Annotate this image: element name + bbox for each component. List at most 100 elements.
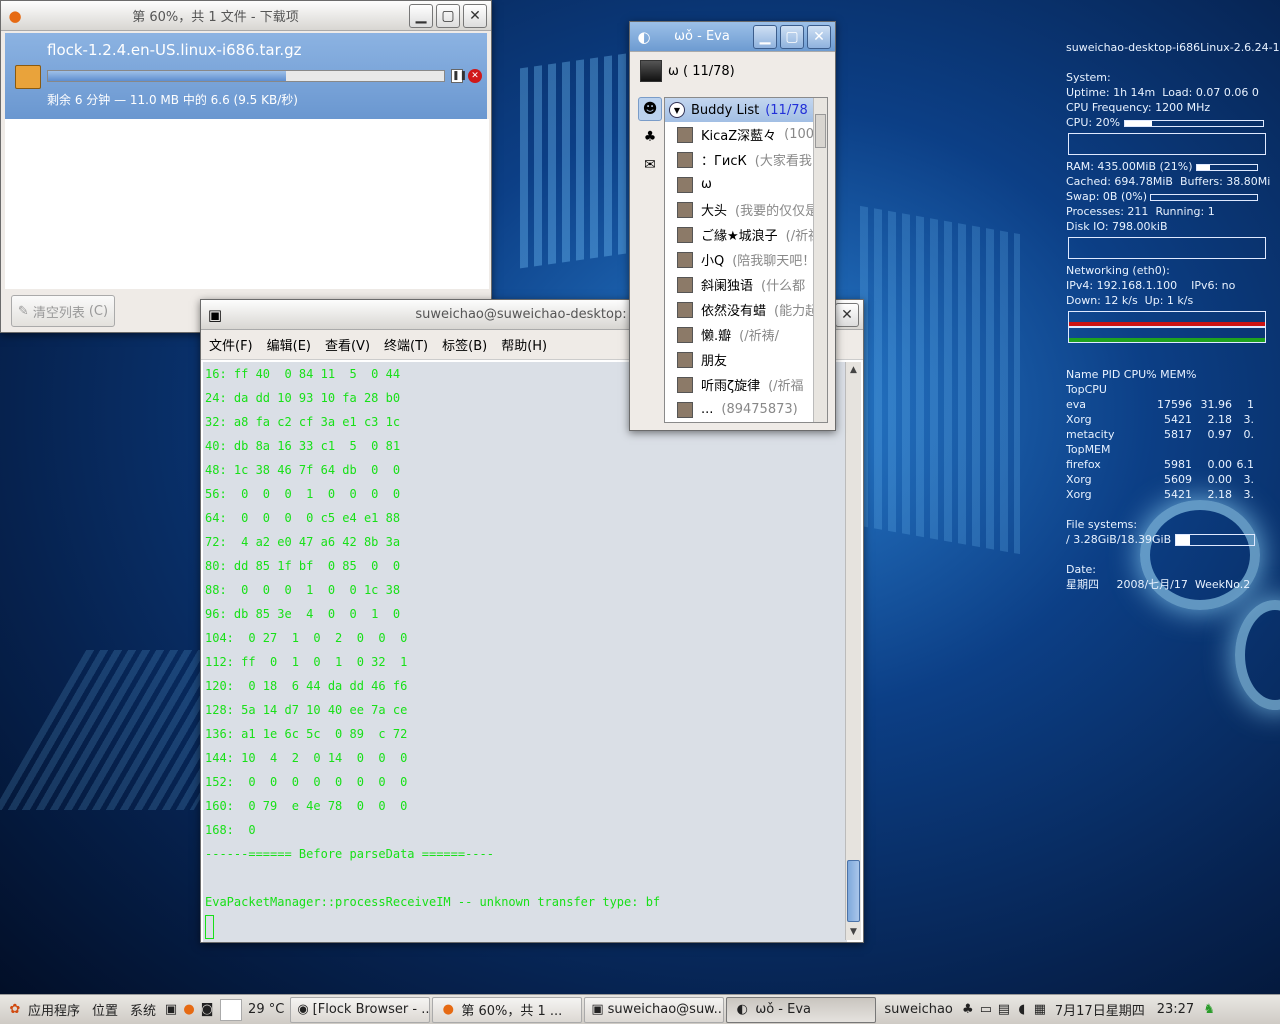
buddy-tab-icon[interactable]: ☻ [638,97,662,121]
network-tray-icon[interactable]: ▤ [995,1001,1013,1019]
upload-graph [1068,327,1266,343]
buddy-name: ω [701,177,712,192]
scrollbar-thumb[interactable] [847,860,860,922]
task-flock[interactable]: ◉ [Flock Browser - ... [290,996,431,1023]
buddy-item[interactable]: 小Q (陪我聊天吧！ [665,247,827,272]
task-eva[interactable]: ◐ ωǒ - Eva [726,996,877,1023]
terminal-launcher-icon[interactable]: ▣ [162,1001,180,1019]
maximize-button[interactable]: ▢ [436,3,460,28]
menu-edit[interactable]: 编辑(E) [267,335,311,354]
buddy-item[interactable]: 依然没有蜡 (能力起 [665,297,827,322]
menu-tabs[interactable]: 标签(B) [442,335,487,354]
terminal-line: 64: 0 0 0 0 c5 e4 e1 88 [205,511,401,525]
terminal-line: 152: 0 0 0 0 0 0 0 0 [205,775,408,789]
package-icon [15,65,41,89]
cancel-icon[interactable]: ✕ [468,69,482,83]
drive-tray-icon[interactable]: ▭ [977,1001,995,1019]
terminal-prompt[interactable] [203,914,847,939]
tray-icon[interactable]: ▦ [1031,1001,1049,1019]
buddy-avatar [677,401,693,418]
menu-system[interactable]: 系统 [124,997,162,1023]
clear-list-button[interactable]: ✎ 清空列表 (C) [11,295,115,327]
process-row: firefox 5981 0.00 6.1 [1066,457,1276,472]
close-button[interactable]: ✕ [835,302,859,327]
user-avatar[interactable] [640,60,662,82]
buddy-item[interactable]: 朋友 [665,347,827,372]
temperature: 29 °C [248,1002,285,1017]
buddy-list: ▼ Buddy List (11/78 KicaZ深藍々 (100 ：ГисК (大家… [664,97,828,423]
user-switcher[interactable]: suweichao [878,997,959,1023]
download-filename: flock-1.2.4.en-US.linux-i686.tar.gz [47,41,302,59]
menu-file[interactable]: 文件(F) [209,335,253,354]
menu-applications[interactable]: ✿ 应用程序 [0,997,86,1023]
buddy-note: (/祈福 [768,379,804,394]
close-button[interactable]: ✕ [463,3,487,28]
terminal-scrollbar[interactable]: ▲ ▼ [845,362,861,940]
task-downloads[interactable]: ● 第 60%，共 1 ... [432,996,583,1023]
ipv6: IPv6: no [1191,279,1236,292]
firefox-launcher-icon[interactable]: ● [180,1001,198,1019]
eva-titlebar[interactable]: ◐ ωǒ - Eva ▁ ▢ ✕ [630,22,835,52]
running-man-icon[interactable]: ♞ [1200,1001,1218,1019]
buddy-name: ... [701,402,714,417]
buddy-note: (大家看我 [754,154,812,169]
terminal-line: 136: a1 1e 6c 5c 0 89 c 72 [205,727,408,741]
buddy-name: 听雨ζ旋律 [701,379,761,394]
buddy-item[interactable]: ご緣★城浪子 (/祈祷 [665,222,827,247]
screenshot-launcher-icon[interactable]: ◙ [198,1001,216,1019]
download-status: 剩余 6 分钟 — 11.0 MB 中的 6.6 (9.5 KB/秒) [47,93,298,107]
buddy-list-header[interactable]: ▼ Buddy List (11/78 [665,98,827,122]
terminal-line: 56: 0 0 0 1 0 0 0 0 [205,487,401,501]
process-cell: 2.18 [1207,413,1233,426]
buddy-item[interactable]: ：ГисК (大家看我 [665,147,827,172]
pause-icon[interactable]: ❚❚ [451,69,467,83]
buddy-item[interactable]: 听雨ζ旋律 (/祈福 [665,372,827,397]
buddy-name: 大头 [701,204,728,219]
terminal-output[interactable]: 16: ff 40 0 84 11 5 0 44 24: da dd 10 93 … [203,362,847,942]
menu-places[interactable]: 位置 [86,997,124,1023]
eva-icon: ◐ [736,1002,748,1017]
process-cell: 1 [1247,398,1254,411]
task-terminal[interactable]: ▣ suweichao@suw... [584,996,725,1023]
buddy-item[interactable]: 大头 (我要的仅仅是 [665,197,827,222]
scroll-up-arrow[interactable]: ▲ [846,362,861,378]
download-item[interactable]: flock-1.2.4.en-US.linux-i686.tar.gz ❚❚ ✕… [5,33,487,119]
window-title: ωǒ - Eva [674,29,730,44]
minimize-button[interactable]: ▁ [753,24,777,49]
terminal-line: ------====== Before parseData ======---- [205,847,494,861]
buddy-name: KicaZ深藍々 [701,129,777,144]
buddy-list-scrollbar[interactable] [813,98,827,422]
menu-view[interactable]: 查看(V) [325,335,370,354]
volume-icon[interactable]: ◖ [1013,1001,1031,1019]
process-cell: Xorg [1066,473,1092,486]
terminal-line: 40: db 8a 16 33 c1 5 0 81 [205,439,401,453]
clock[interactable]: 23:27 [1151,997,1200,1023]
chevron-down-icon[interactable]: ▼ [669,102,685,118]
process-cell: 5981 [1164,458,1192,471]
maximize-button[interactable]: ▢ [780,24,804,49]
chat-tab-icon[interactable]: ✉ [638,153,662,177]
blank-launcher-icon[interactable] [220,998,243,1021]
date-display[interactable]: 7月17日星期四 [1049,997,1151,1023]
buddy-item[interactable]: 懒.瓣 (/祈祷/ [665,322,827,347]
buddy-item[interactable]: 斜阑独语 (什么都 [665,272,827,297]
terminal-icon: ▣ [207,305,223,324]
minimize-button[interactable]: ▁ [409,3,433,28]
eva-user-header: ω ( 11/78) [630,52,835,90]
download-titlebar[interactable]: ● 第 60%，共 1 文件 - 下载项 ▁ ▢ ✕ [1,1,491,31]
process-cell: Xorg [1066,413,1092,426]
scroll-down-arrow[interactable]: ▼ [846,924,861,940]
buddy-item[interactable]: ... (89475873) [665,397,827,422]
menu-help[interactable]: 帮助(H) [501,335,547,354]
cpu-bar [1123,119,1264,127]
eva-tray-icon[interactable]: ♣ [959,1001,977,1019]
net-down: Down: 12 k/s [1066,294,1138,307]
buddy-item[interactable]: KicaZ深藍々 (100 [665,122,827,147]
group-tab-icon[interactable]: ♣ [638,125,662,149]
terminal-line: 88: 0 0 0 1 0 0 1c 38 [205,583,401,597]
close-button[interactable]: ✕ [807,24,831,49]
menu-terminal[interactable]: 终端(T) [384,335,428,354]
process-cell: 5421 [1164,413,1192,426]
buddy-item[interactable]: ω [665,172,827,197]
buddy-avatar [677,301,693,318]
